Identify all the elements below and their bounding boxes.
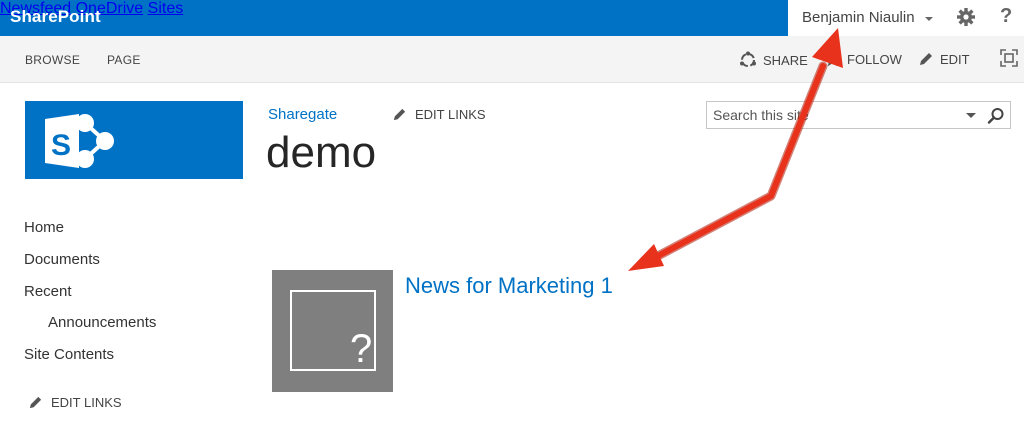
edit-pencil-icon bbox=[920, 53, 932, 65]
sharepoint-brand[interactable]: SharePoint bbox=[10, 7, 101, 27]
follow-label: FOLLOW bbox=[847, 52, 902, 67]
question-mark-icon: ? bbox=[350, 327, 373, 371]
arrow-head-left-icon bbox=[628, 244, 664, 271]
help-icon[interactable]: ? bbox=[1000, 5, 1012, 28]
nav-home[interactable]: Home bbox=[24, 219, 64, 236]
edit-links-top-label: EDIT LINKS bbox=[415, 107, 486, 122]
nav-announcements[interactable]: Announcements bbox=[48, 314, 156, 331]
search-input[interactable] bbox=[713, 106, 953, 124]
tab-page[interactable]: PAGE bbox=[107, 53, 141, 67]
edit-pencil-icon bbox=[393, 108, 406, 121]
follow-star-icon bbox=[824, 51, 841, 67]
breadcrumb-sharegate[interactable]: Sharegate bbox=[268, 106, 337, 123]
annotation-arrow-line bbox=[653, 63, 826, 260]
user-menu[interactable]: Benjamin Niaulin ? bbox=[788, 0, 1024, 36]
sharepoint-logo-icon: S bbox=[45, 114, 114, 168]
share-icon bbox=[740, 51, 756, 67]
ribbon-bar: BROWSE PAGE SHARE FOLLOW EDIT bbox=[0, 36, 1024, 83]
chevron-down-icon bbox=[925, 17, 933, 21]
nav-sites[interactable]: Sites bbox=[148, 0, 184, 17]
edit-button[interactable]: EDIT bbox=[918, 51, 970, 67]
user-name[interactable]: Benjamin Niaulin bbox=[802, 9, 915, 26]
share-button[interactable]: SHARE bbox=[739, 51, 808, 69]
edit-links-left-label: EDIT LINKS bbox=[51, 395, 122, 410]
site-logo[interactable]: S bbox=[25, 101, 243, 179]
page-title: demo bbox=[266, 128, 377, 177]
dropdown-icon[interactable] bbox=[966, 113, 976, 118]
gear-icon[interactable] bbox=[956, 7, 976, 27]
edit-links-left-button[interactable]: EDIT LINKS bbox=[28, 395, 122, 410]
follow-button[interactable]: FOLLOW bbox=[824, 51, 902, 68]
tab-browse[interactable]: BROWSE bbox=[25, 53, 80, 67]
search-icon[interactable] bbox=[987, 107, 1005, 125]
search-box bbox=[706, 101, 1011, 129]
nav-documents[interactable]: Documents bbox=[24, 251, 100, 268]
svg-text:S: S bbox=[51, 129, 71, 162]
edit-links-top-button[interactable]: EDIT LINKS bbox=[392, 107, 486, 122]
share-label: SHARE bbox=[763, 52, 808, 68]
nav-recent[interactable]: Recent bbox=[24, 283, 72, 300]
edit-pencil-icon bbox=[29, 396, 42, 409]
news-item-link[interactable]: News for Marketing 1 bbox=[405, 273, 613, 299]
focus-mode-icon[interactable] bbox=[1000, 49, 1018, 67]
edit-label: EDIT bbox=[940, 51, 970, 67]
news-thumbnail[interactable]: ? bbox=[272, 270, 393, 392]
suite-bar: SharePoint Newsfeed OneDrive Sites Benja… bbox=[0, 0, 1024, 36]
nav-site-contents[interactable]: Site Contents bbox=[24, 346, 114, 363]
